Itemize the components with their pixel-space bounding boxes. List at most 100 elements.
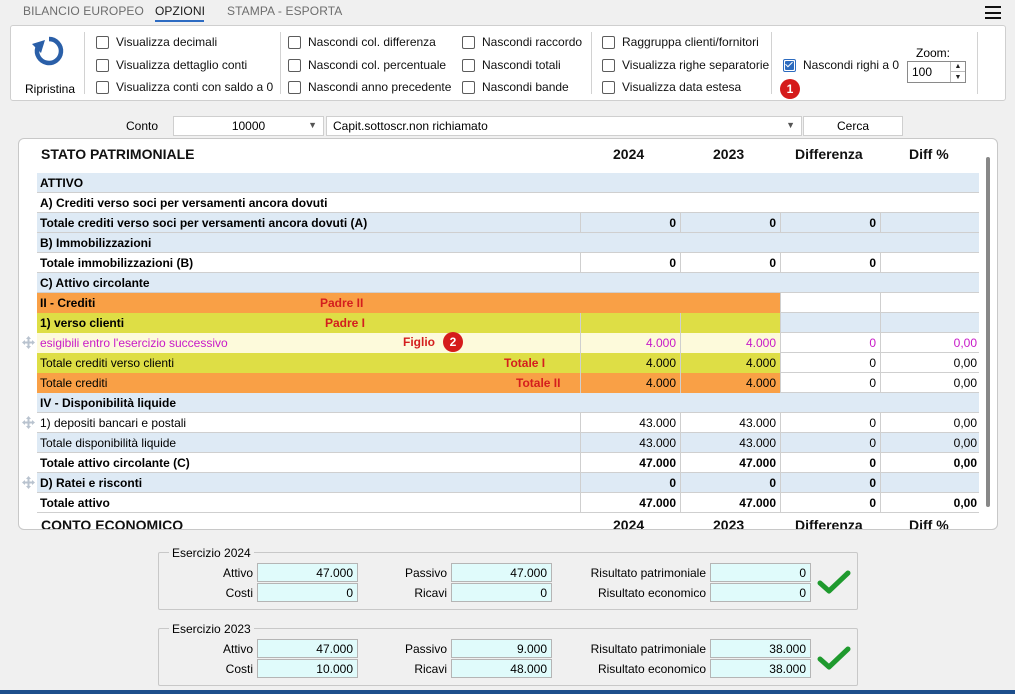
checkbox-visualizza-dettaglio-conti[interactable]: Visualizza dettaglio conti: [96, 57, 247, 73]
reset-button[interactable]: Ripristina: [24, 32, 75, 96]
value-differenza: 0: [780, 213, 880, 233]
spin-down-icon[interactable]: ▼: [951, 72, 965, 82]
checkbox-box[interactable]: [96, 35, 109, 49]
chevron-down-icon[interactable]: ▼: [786, 120, 795, 130]
checkbox-nascondi-col-differenza[interactable]: Nascondi col. differenza: [288, 34, 436, 50]
checkbox-nascondi-bande[interactable]: Nascondi bande: [462, 79, 569, 95]
table-row[interactable]: C) Attivo circolante: [37, 273, 979, 293]
checkbox-nascondi-righi-a-zero[interactable]: Nascondi righi a 0: [783, 57, 899, 73]
check-icon: [817, 570, 851, 594]
checkbox-nascondi-anno-precedente[interactable]: Nascondi anno precedente: [288, 79, 451, 95]
tab-opzioni[interactable]: OPZIONI: [155, 4, 205, 18]
table-row[interactable]: Totale crediti verso soci per versamenti…: [37, 213, 979, 233]
checkbox-box[interactable]: [288, 58, 301, 72]
checkbox-box[interactable]: [602, 80, 615, 94]
attivo-field[interactable]: 47.000: [257, 639, 358, 658]
vertical-scrollbar[interactable]: [986, 157, 990, 507]
table-row[interactable]: Totale attivo circolante (C) 47.000 47.0…: [37, 453, 979, 473]
checkbox-box[interactable]: [96, 80, 109, 94]
value-differenza: 0: [780, 473, 880, 493]
costi-label: Costi: [225, 662, 253, 676]
checkbox-label: Visualizza decimali: [116, 35, 218, 49]
conto-code-select[interactable]: 10000 ▼: [173, 116, 324, 136]
checkbox-box[interactable]: [462, 80, 475, 94]
costi-field[interactable]: 0: [257, 583, 358, 602]
table-row[interactable]: Totale crediti 4.000 4.000 0 0,00: [37, 373, 979, 393]
table-row[interactable]: ATTIVO: [37, 173, 979, 193]
table-row[interactable]: 1) verso clienti: [37, 313, 979, 333]
table-row[interactable]: A) Crediti verso soci per versamenti anc…: [37, 193, 979, 213]
col-header-2024: 2024: [613, 517, 645, 530]
refresh-icon: [32, 36, 64, 66]
checkbox-raggruppa-clienti-fornitori[interactable]: Raggruppa clienti/fornitori: [602, 34, 759, 50]
ricavi-field[interactable]: 0: [451, 583, 552, 602]
tab-bilancio-europeo[interactable]: BILANCIO EUROPEO: [23, 4, 144, 18]
value-differenza: [780, 313, 880, 333]
costi-field[interactable]: 10.000: [257, 659, 358, 678]
checkbox-box[interactable]: [602, 35, 615, 49]
tab-stampa-esporta[interactable]: STAMPA - ESPORTA: [227, 4, 342, 18]
row-description: Totale crediti verso clienti: [37, 353, 580, 373]
checkbox-box-checked[interactable]: [783, 58, 796, 72]
value-differenza: [780, 293, 880, 313]
table-row[interactable]: esigibili entro l'esercizio successivo 4…: [37, 333, 979, 353]
value-2023: 43.000: [680, 433, 780, 453]
checkbox-box[interactable]: [462, 58, 475, 72]
risultato-economico-field[interactable]: 0: [710, 583, 811, 602]
move-handle-icon[interactable]: [22, 476, 35, 489]
table-row[interactable]: IV - Disponibilità liquide: [37, 393, 979, 413]
checkbox-visualizza-decimali[interactable]: Visualizza decimali: [96, 34, 217, 50]
move-handle-icon[interactable]: [22, 336, 35, 349]
col-header-2023: 2023: [713, 146, 745, 162]
risultato-economico-field[interactable]: 38.000: [710, 659, 811, 678]
zoom-spinner[interactable]: ▲ ▼: [950, 62, 965, 82]
table-row[interactable]: Totale immobilizzazioni (B) 0 0 0: [37, 253, 979, 273]
checkbox-box[interactable]: [288, 80, 301, 94]
passivo-field[interactable]: 47.000: [451, 563, 552, 582]
table-row[interactable]: II - Crediti: [37, 293, 979, 313]
value-2024: 43.000: [580, 413, 680, 433]
checkbox-box[interactable]: [288, 35, 301, 49]
checkbox-nascondi-totali[interactable]: Nascondi totali: [462, 57, 561, 73]
table-row[interactable]: D) Ratei e risconti 0 0 0: [37, 473, 979, 493]
risultato-patrimoniale-field[interactable]: 0: [710, 563, 811, 582]
value-2023: 43.000: [680, 413, 780, 433]
divider: [977, 32, 978, 94]
ricavi-field[interactable]: 48.000: [451, 659, 552, 678]
label-figlio: Figlio: [403, 335, 435, 349]
table-row[interactable]: Totale disponibilità liquide 43.000 43.0…: [37, 433, 979, 453]
risultato-patrimoniale-label: Risultato patrimoniale: [590, 566, 706, 580]
table-row[interactable]: B) Immobilizzazioni: [37, 233, 979, 253]
col-header-differenza: Differenza: [795, 517, 863, 530]
table-row[interactable]: Totale attivo 47.000 47.000 0 0,00: [37, 493, 979, 513]
conto-description-select[interactable]: Capit.sottoscr.non richiamato ▼: [326, 116, 802, 136]
attivo-field[interactable]: 47.000: [257, 563, 358, 582]
value-2023: 4.000: [680, 333, 780, 353]
value-differenza: 0: [780, 493, 880, 513]
risultato-economico-label: Risultato economico: [597, 586, 706, 600]
checkbox-box[interactable]: [96, 58, 109, 72]
chevron-down-icon[interactable]: ▼: [308, 120, 317, 130]
move-handle-icon[interactable]: [22, 416, 35, 429]
checkbox-nascondi-col-percentuale[interactable]: Nascondi col. percentuale: [288, 57, 446, 73]
section-title-conto-economico: CONTO ECONOMICO: [41, 517, 184, 530]
checkbox-visualizza-data-estesa[interactable]: Visualizza data estesa: [602, 79, 741, 95]
table-row[interactable]: 1) depositi bancari e postali 43.000 43.…: [37, 413, 979, 433]
value-differenza: 0: [780, 253, 880, 273]
value-diff-pct: [880, 253, 979, 273]
search-button[interactable]: Cerca: [803, 116, 903, 136]
checkbox-label: Nascondi col. differenza: [308, 35, 436, 49]
checkbox-visualizza-righe-separatorie[interactable]: Visualizza righe separatorie: [602, 57, 769, 73]
passivo-field[interactable]: 9.000: [451, 639, 552, 658]
checkbox-box[interactable]: [602, 58, 615, 72]
checkbox-visualizza-conti-saldo-zero[interactable]: Visualizza conti con saldo a 0: [96, 79, 273, 95]
risultato-patrimoniale-field[interactable]: 38.000: [710, 639, 811, 658]
spin-up-icon[interactable]: ▲: [951, 62, 965, 72]
checkbox-box[interactable]: [462, 35, 475, 49]
checkbox-nascondi-raccordo[interactable]: Nascondi raccordo: [462, 34, 582, 50]
value-diff-pct: 0,00: [880, 453, 979, 473]
value-2024: 47.000: [580, 493, 680, 513]
hamburger-menu-icon[interactable]: [985, 6, 1001, 19]
col-header-diff-pct: Diff %: [909, 517, 949, 530]
annotation-badge-1: 1: [780, 79, 800, 99]
